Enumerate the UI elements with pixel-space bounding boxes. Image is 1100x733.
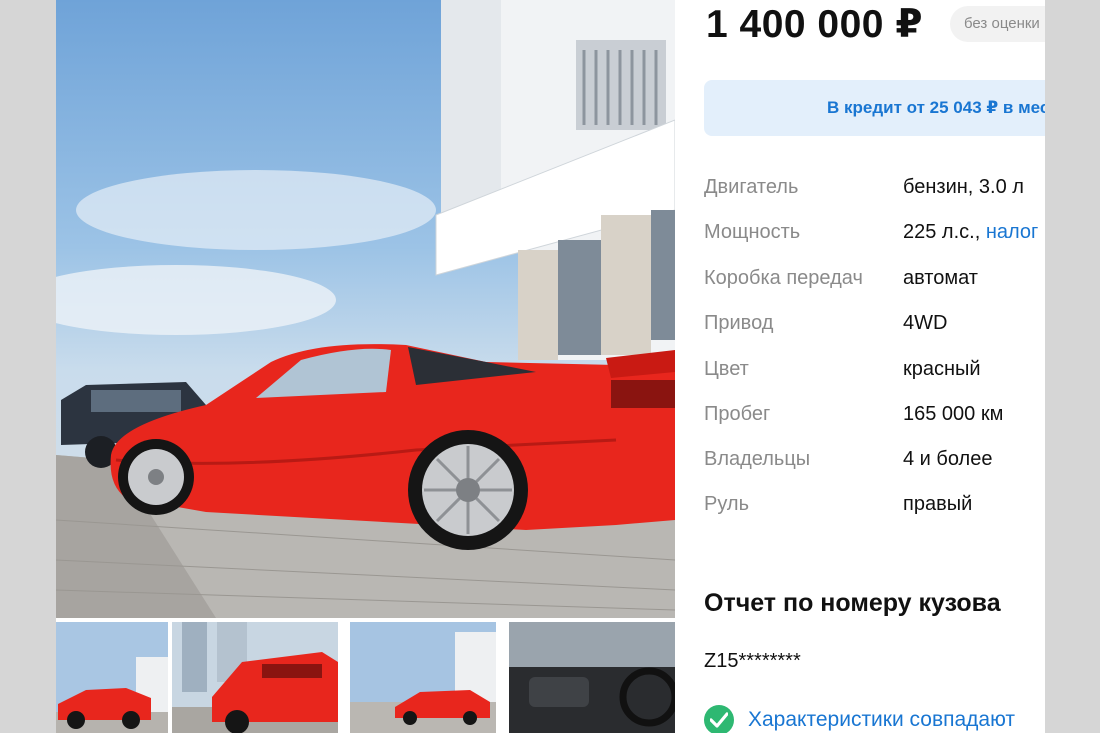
spec-row-mileage: Пробег 165 000 км: [704, 393, 1045, 437]
spec-value: красный: [903, 358, 981, 380]
spec-row-owners: Владельцы 4 и более: [704, 438, 1045, 482]
spec-label: Цвет: [704, 358, 749, 380]
spec-value: бензин, 3.0 л: [903, 176, 1024, 198]
spec-row-color: Цвет красный: [704, 348, 1045, 392]
spec-row-transmission: Коробка передач автомат: [704, 257, 1045, 301]
spec-value: 4WD: [903, 312, 948, 334]
spec-label: Коробка передач: [704, 267, 863, 289]
listing-page: 1 400 000 ₽ без оценки В кредит от 25 04…: [56, 0, 1045, 733]
thumbnail-1[interactable]: [56, 622, 168, 733]
spec-value: 165 000 км: [903, 403, 1004, 425]
main-car-photo[interactable]: [56, 0, 675, 618]
spec-row-steering: Руль правый: [704, 483, 1045, 527]
vin-number: Z15********: [704, 650, 801, 672]
spec-value: автомат: [903, 267, 978, 289]
tax-link[interactable]: налог: [986, 221, 1038, 243]
price-estimate-badge[interactable]: без оценки: [950, 6, 1045, 42]
spec-label: Руль: [704, 493, 749, 515]
price: 1 400 000 ₽: [706, 3, 923, 46]
spec-value: 225 л.с.,: [903, 221, 981, 243]
report-check-text: Характеристики совпадают: [748, 708, 1016, 731]
spec-label: Владельцы: [704, 448, 811, 470]
spec-value: правый: [903, 493, 973, 515]
thumbnail-4[interactable]: [509, 622, 675, 733]
spec-value: 4 и более: [903, 448, 993, 470]
spec-label: Пробег: [704, 403, 771, 425]
spec-row-drive: Привод 4WD: [704, 302, 1045, 346]
spec-row-engine: Двигатель бензин, 3.0 л: [704, 166, 1045, 210]
credit-button[interactable]: В кредит от 25 043 ₽ в месяц: [704, 80, 1045, 136]
spec-value-group: 225 л.с., налог: [903, 221, 1038, 244]
thumbnail-2[interactable]: [172, 622, 338, 733]
spec-label: Двигатель: [704, 176, 799, 198]
photo-thumbnails: [56, 622, 675, 733]
thumbnail-3[interactable]: [350, 622, 496, 733]
report-title: Отчет по номеру кузова: [704, 589, 1001, 617]
spec-label: Мощность: [704, 221, 801, 243]
spec-row-power: Мощность 225 л.с., налог: [704, 211, 1045, 255]
check-circle-icon: [704, 705, 734, 733]
spec-label: Привод: [704, 312, 774, 334]
